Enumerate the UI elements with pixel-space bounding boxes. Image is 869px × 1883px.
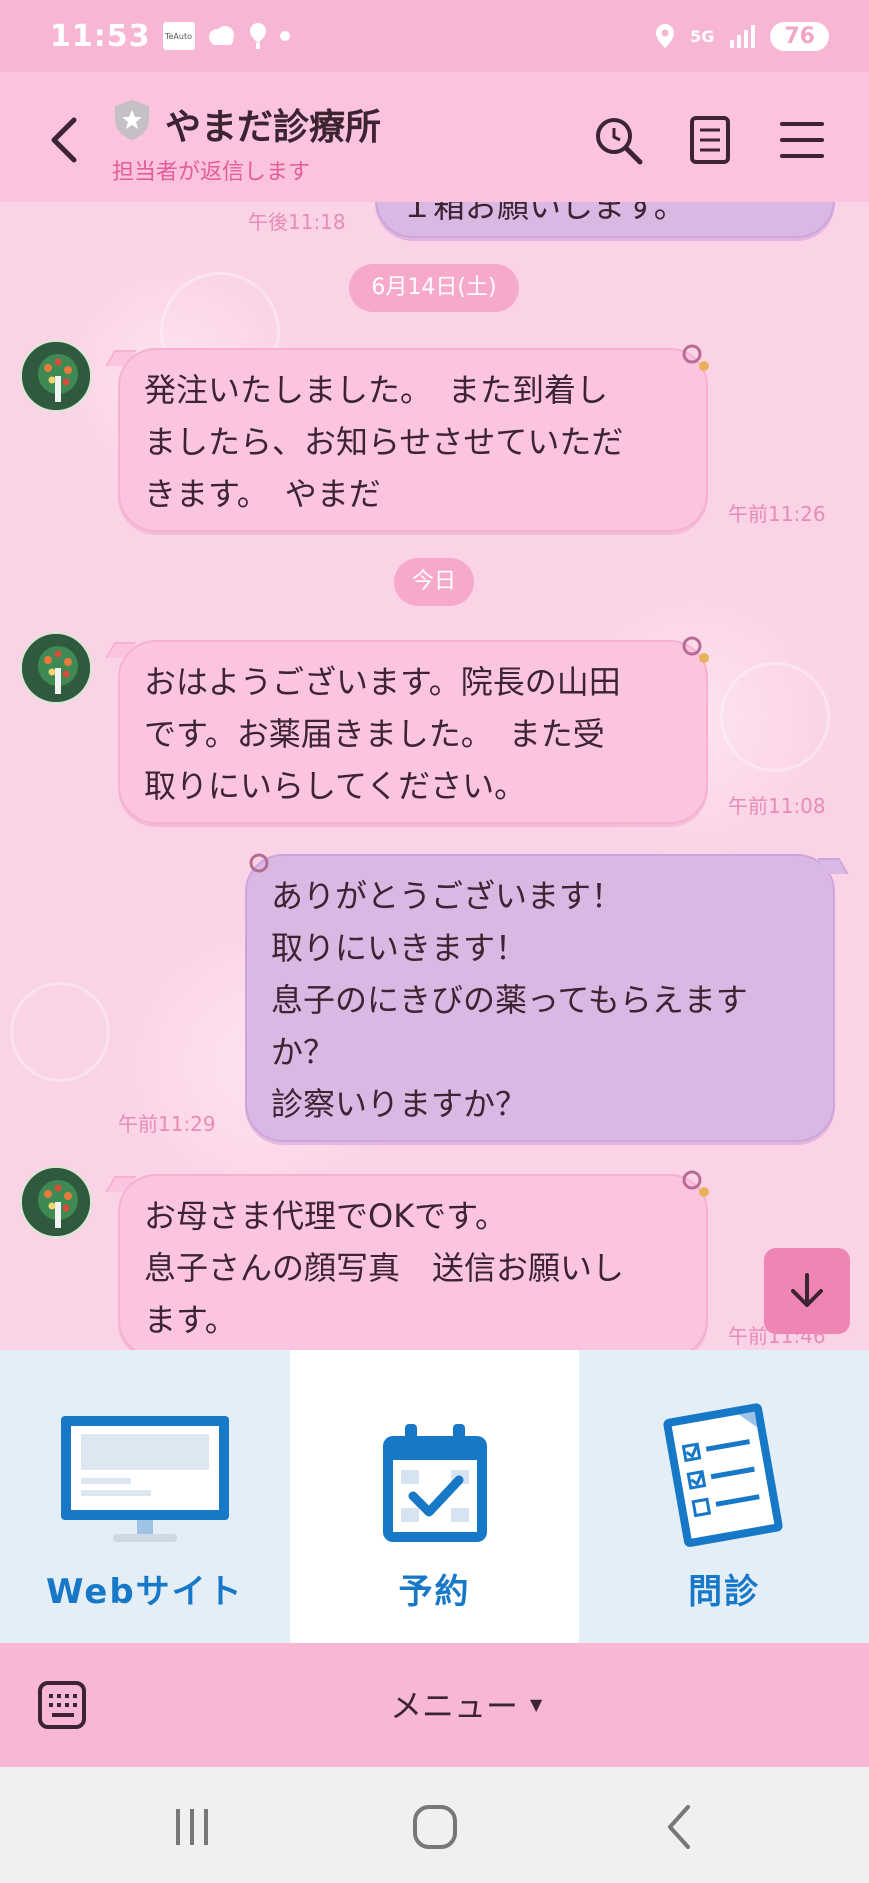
background-decoration — [720, 662, 830, 772]
checklist-icon — [663, 1403, 783, 1547]
caret-down-icon: ▼ — [530, 1694, 543, 1714]
message-time: 午前11:26 — [728, 502, 826, 526]
notification-icons: TeAuto — [162, 21, 291, 51]
menu-toggle-button[interactable]: メニュー ▼ — [390, 1681, 542, 1727]
message-bubble-incoming[interactable]: 発注いたしました。 また到着し ましたら、お知らせさせていただ きます。 やまだ — [118, 348, 708, 532]
menu-button[interactable] — [774, 112, 830, 168]
back-button[interactable] — [40, 112, 90, 168]
official-shield-icon — [115, 100, 149, 140]
weather-icon — [208, 26, 234, 45]
message-bubble-outgoing[interactable]: １箱お願いします。 — [375, 202, 835, 238]
hamburger-icon — [780, 122, 824, 158]
tree-logo-icon — [22, 342, 90, 410]
calendar-check-icon — [382, 1424, 487, 1542]
search-icon — [596, 118, 643, 165]
system-navigation-bar — [0, 1767, 869, 1883]
bubble-gem-decoration-icon — [682, 636, 709, 663]
chat-menu-bar: メニュー ▼ — [0, 1643, 869, 1767]
notes-icon — [690, 116, 730, 164]
message-text: １箱お願いします。 — [401, 202, 686, 225]
background-decoration — [10, 982, 110, 1082]
system-status: 5G 76 — [654, 21, 829, 51]
tree-logo-icon — [22, 634, 90, 702]
keyboard-button[interactable] — [36, 1679, 88, 1731]
tree-logo-icon — [22, 1168, 90, 1236]
back-icon — [668, 1805, 690, 1849]
avatar[interactable] — [20, 1166, 92, 1238]
message-line: ありがとうございます！ — [271, 877, 624, 915]
location-pin-icon — [249, 23, 266, 49]
recent-apps-icon — [176, 1809, 208, 1845]
avatar[interactable] — [20, 632, 92, 704]
location-icon — [656, 24, 675, 48]
message-line: きます。 やまだ — [144, 475, 381, 513]
rich-menu-website-button[interactable]: Webサイト — [0, 1350, 290, 1643]
message-line: 息子さんの顔写真 送信お願いし — [144, 1249, 625, 1287]
rich-menu-reservation-button[interactable]: 予約 — [289, 1350, 580, 1643]
rich-menu: Webサイト 予約 問診 — [0, 1350, 869, 1643]
recent-apps-button[interactable] — [162, 1797, 222, 1857]
battery-level: 76 — [770, 21, 829, 51]
chat-subtitle: 担当者が返信します — [112, 160, 311, 185]
message-bubble-incoming[interactable]: おはようございます。院長の山田 です。お薬届きました。 また受 取りにいらしてく… — [118, 640, 708, 824]
message-line: ます。 — [144, 1301, 237, 1339]
rich-menu-label: Webサイト — [45, 1572, 244, 1612]
chat-header: やまだ診療所 担当者が返信します — [0, 72, 869, 202]
message-line: か？ — [271, 1033, 336, 1071]
chevron-left-icon — [51, 117, 77, 163]
chat-title: やまだ診療所 — [165, 107, 382, 148]
message-line: 取りにいらしてください。 — [144, 767, 527, 805]
keyboard-icon — [38, 1681, 86, 1729]
bubble-gem-decoration-icon — [682, 344, 709, 371]
status-time: 11:53 — [50, 18, 151, 54]
chat-messages[interactable]: １箱お願いします。 午後11:18 6月14日(土) 発注いたしました。 また到… — [0, 202, 869, 1350]
arrow-down-icon — [791, 1273, 823, 1307]
message-line: 息子のにきびの薬ってもらえます — [271, 981, 748, 1019]
signal-icon — [730, 25, 756, 48]
message-bubble-outgoing[interactable]: ありがとうございます！ 取りにいきます！ 息子のにきびの薬ってもらえます か？ … — [245, 854, 835, 1142]
rich-menu-label: 予約 — [398, 1572, 471, 1612]
bubble-gem-decoration-icon — [682, 1170, 709, 1197]
notes-button[interactable] — [682, 112, 738, 168]
message-time: 午後11:18 — [248, 210, 346, 234]
message-line: 診察いりますか？ — [271, 1085, 528, 1123]
dot-icon — [279, 31, 290, 41]
scroll-to-bottom-button[interactable] — [764, 1248, 850, 1334]
search-button[interactable] — [590, 112, 646, 168]
home-button[interactable] — [405, 1797, 465, 1857]
rich-menu-label: 問診 — [688, 1572, 761, 1612]
system-back-button[interactable] — [650, 1797, 710, 1857]
date-divider: 今日 — [394, 558, 474, 606]
message-line: おはようございます。院長の山田 — [144, 663, 621, 701]
app-notification-icon: TeAuto — [162, 22, 195, 50]
menu-label: メニュー — [390, 1687, 519, 1725]
bubble-gem-decoration-icon — [249, 853, 269, 873]
message-line: 発注いたしました。 また到着し — [144, 371, 609, 409]
message-line: お母さま代理でOKです。 — [144, 1197, 507, 1235]
network-type: 5G — [690, 26, 715, 46]
message-time: 午前11:08 — [728, 794, 826, 818]
message-line: です。お薬届きました。 また受 — [144, 715, 605, 753]
message-line: 取りにいきます！ — [271, 929, 528, 967]
date-divider: 6月14日(土) — [349, 264, 519, 312]
status-bar: 11:53 TeAuto 5G 76 — [0, 0, 869, 72]
message-time: 午前11:29 — [118, 1112, 216, 1136]
monitor-icon — [60, 1416, 229, 1542]
message-bubble-incoming[interactable]: お母さま代理でOKです。 息子さんの顔写真 送信お願いし ます。 — [118, 1174, 708, 1350]
avatar[interactable] — [20, 340, 92, 412]
rich-menu-questionnaire-button[interactable]: 問診 — [579, 1350, 869, 1643]
home-icon — [413, 1805, 457, 1849]
message-line: ましたら、お知らせさせていただ — [144, 423, 624, 461]
